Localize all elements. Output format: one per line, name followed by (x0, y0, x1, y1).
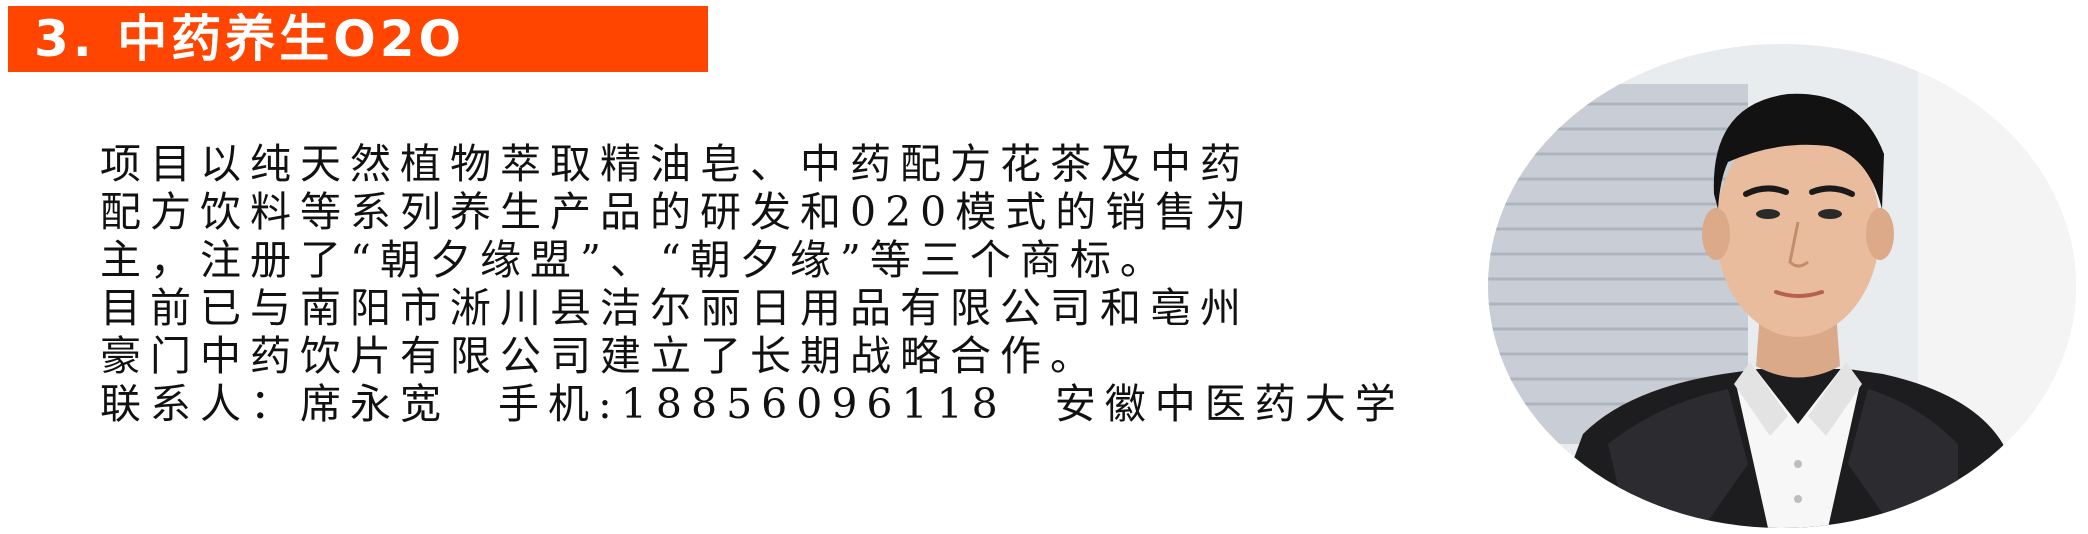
description-line: 目前已与南阳市淅川县洁尔丽日用品有限公司和亳州 (100, 284, 1250, 332)
description-line: 配方饮料等系列养生产品的研发和020模式的销售为 (100, 188, 1256, 236)
portrait-photo (1488, 44, 2076, 528)
description-line: 豪门中药饮片有限公司建立了长期战略合作。 (100, 332, 1100, 380)
description-line: 主，注册了“朝夕缘盟”、“朝夕缘”等三个商标。 (100, 236, 1170, 284)
project-description: 项目以纯天然植物萃取精油皂、中药配方花茶及中药 配方饮料等系列养生产品的研发和0… (100, 140, 1420, 428)
description-line: 项目以纯天然植物萃取精油皂、中药配方花茶及中药 (100, 140, 1250, 188)
contact-school: 安徽中医药大学 (1054, 380, 1405, 428)
contact-info: 联系人：席永宽 手机:18856096118 安徽中医药大学 (100, 380, 1420, 428)
contact-person: 联系人：席永宽 (100, 380, 450, 428)
title-banner: 3. 中药养生O2O (8, 6, 708, 72)
portrait-image (1488, 44, 2076, 528)
section-title: 3. 中药养生O2O (34, 10, 465, 68)
contact-phone: 手机:18856096118 (498, 380, 1007, 428)
